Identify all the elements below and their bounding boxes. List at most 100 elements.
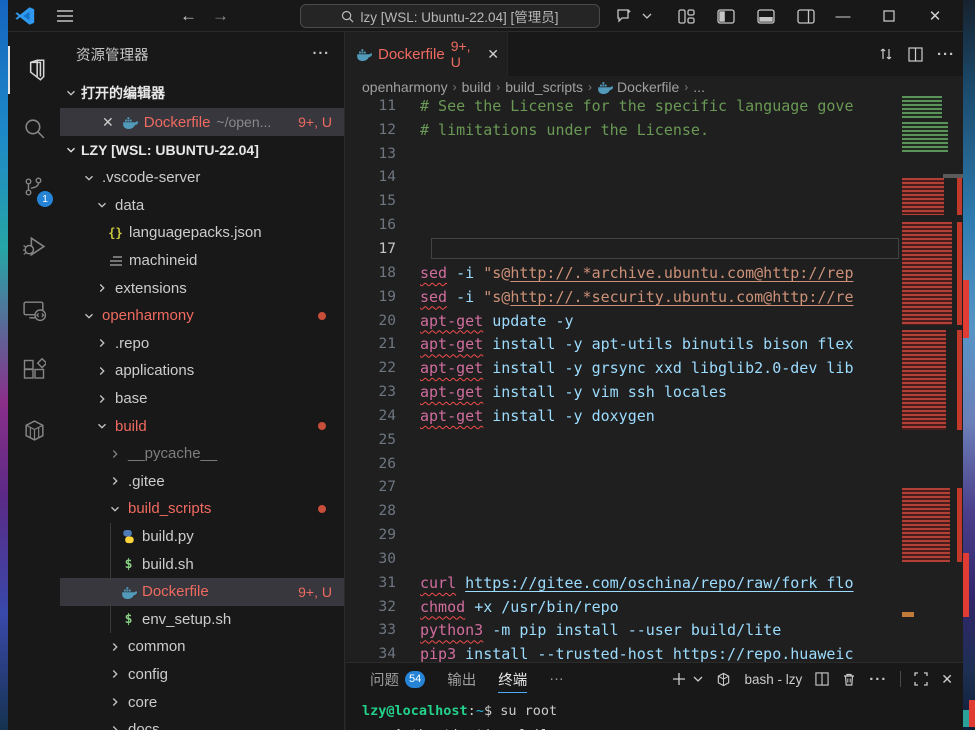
tab-close-icon[interactable]: ✕ — [487, 46, 499, 63]
breadcrumb-separator: › — [496, 80, 501, 94]
tree-item--pycache-[interactable]: __pycache__ — [60, 440, 344, 468]
sidebar-more-actions[interactable]: ··· — [313, 46, 331, 62]
terminal-output[interactable]: lzy@localhost:~$ su root su: Authenticati… — [362, 699, 573, 730]
close-icon[interactable]: ✕ — [102, 114, 114, 131]
tree-item-machineid[interactable]: machineid — [60, 247, 344, 275]
terminal-title[interactable]: bash - lzy — [744, 672, 802, 687]
tree-item-build[interactable]: build — [60, 412, 344, 440]
tree-item-data[interactable]: data — [60, 192, 344, 220]
code-line-13[interactable]: 13 — [346, 142, 963, 166]
code-line-14[interactable]: 14 — [346, 166, 963, 190]
split-editor-icon[interactable] — [908, 46, 923, 62]
panel-tab-终端[interactable]: 终端 — [498, 663, 528, 695]
code-line-28[interactable]: 28 — [346, 499, 963, 523]
code-line-32[interactable]: 32 chmod +x /usr/bin/repo — [346, 595, 963, 619]
forward-arrow-icon[interactable]: → — [212, 0, 229, 32]
code-line-22[interactable]: 22 apt-get install -y grsync xxd libglib2… — [346, 356, 963, 380]
current-line-highlight — [431, 238, 899, 260]
back-arrow-icon[interactable]: ← — [180, 0, 197, 32]
new-terminal-icon[interactable] — [672, 672, 686, 686]
code-line-31[interactable]: 31 curl https://gitee.com/oschina/repo/ra… — [346, 571, 963, 595]
code-line-12[interactable]: 12 # limitations under the License. — [346, 118, 963, 142]
minimize-button[interactable]: — — [820, 0, 866, 32]
workspace-section[interactable]: LZY [WSL: UBUNTU-22.04] — [60, 136, 344, 164]
activity-source-control-icon[interactable]: 1 — [8, 163, 60, 211]
docker-icon — [597, 79, 614, 95]
tree-item--repo[interactable]: .repo — [60, 330, 344, 358]
code-line-26[interactable]: 26 — [346, 452, 963, 476]
activity-search-icon[interactable] — [8, 104, 60, 152]
tree-item-base[interactable]: base — [60, 385, 344, 413]
split-terminal-icon[interactable] — [815, 672, 829, 686]
copilot-chevron-down-icon[interactable] — [640, 0, 654, 32]
activity-explorer-icon[interactable] — [8, 46, 60, 94]
open-editors-section[interactable]: 打开的编辑器 — [60, 80, 344, 106]
activity-extensions-icon[interactable] — [8, 346, 60, 394]
tree-item-extensions[interactable]: extensions — [60, 274, 344, 302]
panel-tab-输出[interactable]: 输出 — [447, 663, 476, 695]
activity-remote-explorer-icon[interactable] — [8, 286, 60, 334]
docker-icon — [122, 114, 138, 130]
close-panel-icon[interactable]: ✕ — [941, 671, 953, 688]
activity-containers-icon[interactable] — [8, 406, 60, 454]
breadcrumb-item[interactable]: build_scripts — [505, 79, 583, 95]
code-line-18[interactable]: 18 sed -i "s@http://.*archive.ubuntu.com@… — [346, 261, 963, 285]
tree-item-build-scripts[interactable]: build_scripts — [60, 495, 344, 523]
terminal-profile-chevron-icon[interactable] — [693, 676, 703, 683]
code-line-15[interactable]: 15 — [346, 189, 963, 213]
tree-item-openharmony[interactable]: openharmony — [60, 302, 344, 330]
activity-run-debug-icon[interactable] — [8, 222, 60, 270]
tree-item--gitee[interactable]: .gitee — [60, 468, 344, 496]
tree-item-build-sh[interactable]: $ build.sh — [60, 550, 344, 578]
scrollbar-slider[interactable] — [943, 174, 963, 178]
problems-count-badge: 54 — [405, 670, 426, 688]
panel-more-tabs[interactable]: ··· — [549, 663, 564, 695]
kill-terminal-icon[interactable] — [842, 672, 856, 687]
code-line-27[interactable]: 27 — [346, 476, 963, 500]
breadcrumb-item[interactable]: build — [462, 79, 492, 95]
code-line-29[interactable]: 29 — [346, 523, 963, 547]
panel-more-actions[interactable]: ··· — [869, 671, 887, 688]
code-line-33[interactable]: 33 python3 -m pip install --user build/li… — [346, 619, 963, 643]
code-line-30[interactable]: 30 — [346, 547, 963, 571]
code-line-20[interactable]: 20 apt-get update -y — [346, 309, 963, 333]
code-line-17[interactable]: 17 — [346, 237, 963, 261]
toggle-panel-icon[interactable] — [752, 0, 780, 32]
breadcrumb-item[interactable]: Dockerfile — [597, 79, 679, 95]
tree-item-languagepacks-json[interactable]: {} languagepacks.json — [60, 219, 344, 247]
breadcrumb-item[interactable]: openharmony — [362, 79, 448, 95]
code-line-34[interactable]: 34 pip3 install --trusted-host https://re… — [346, 642, 963, 662]
maximize-button[interactable] — [866, 0, 912, 32]
menu-hamburger-icon[interactable] — [56, 0, 74, 32]
code-area[interactable]: 11 # See the License for the specific lan… — [346, 94, 963, 662]
toggle-secondary-sidebar-icon[interactable] — [792, 0, 820, 32]
tree-item-build-py[interactable]: build.py — [60, 523, 344, 551]
tree-item-env-setup-sh[interactable]: $ env_setup.sh — [60, 606, 344, 634]
command-center-search[interactable]: lzy [WSL: Ubuntu-22.04] [管理员] — [300, 4, 600, 28]
code-line-21[interactable]: 21 apt-get install -y apt-utils binutils … — [346, 332, 963, 356]
code-line-24[interactable]: 24 apt-get install -y doxygen — [346, 404, 963, 428]
close-button[interactable]: ✕ — [912, 0, 958, 32]
copilot-chat-icon[interactable] — [610, 0, 638, 32]
customize-layout-icon[interactable] — [672, 0, 700, 32]
tree-item-common[interactable]: common — [60, 633, 344, 661]
code-line-25[interactable]: 25 — [346, 428, 963, 452]
open-changes-icon[interactable] — [878, 46, 894, 62]
panel-tab-问题[interactable]: 问题 54 — [370, 663, 426, 695]
tree-item-dockerfile[interactable]: Dockerfile 9+, U — [60, 577, 344, 606]
toggle-sidebar-icon[interactable] — [712, 0, 740, 32]
tree-item-docs[interactable]: docs — [60, 716, 344, 730]
tree-item--vscode-server[interactable]: .vscode-server — [60, 164, 344, 192]
tab-dockerfile[interactable]: Dockerfile 9+, U ✕ — [346, 32, 508, 76]
open-editor-dockerfile[interactable]: ✕ Dockerfile ~/open... 9+, U — [60, 108, 344, 136]
code-line-23[interactable]: 23 apt-get install -y vim ssh locales — [346, 380, 963, 404]
tree-item-applications[interactable]: applications — [60, 357, 344, 385]
maximize-panel-icon[interactable] — [914, 672, 928, 686]
minimap[interactable] — [900, 76, 956, 662]
editor-more-actions[interactable]: ··· — [937, 46, 955, 63]
code-line-19[interactable]: 19 sed -i "s@http://.*security.ubuntu.com… — [346, 285, 963, 309]
tree-item-core[interactable]: core — [60, 688, 344, 716]
code-line-16[interactable]: 16 — [346, 213, 963, 237]
tree-item-config[interactable]: config — [60, 661, 344, 689]
breadcrumb-item[interactable]: ... — [693, 79, 705, 95]
